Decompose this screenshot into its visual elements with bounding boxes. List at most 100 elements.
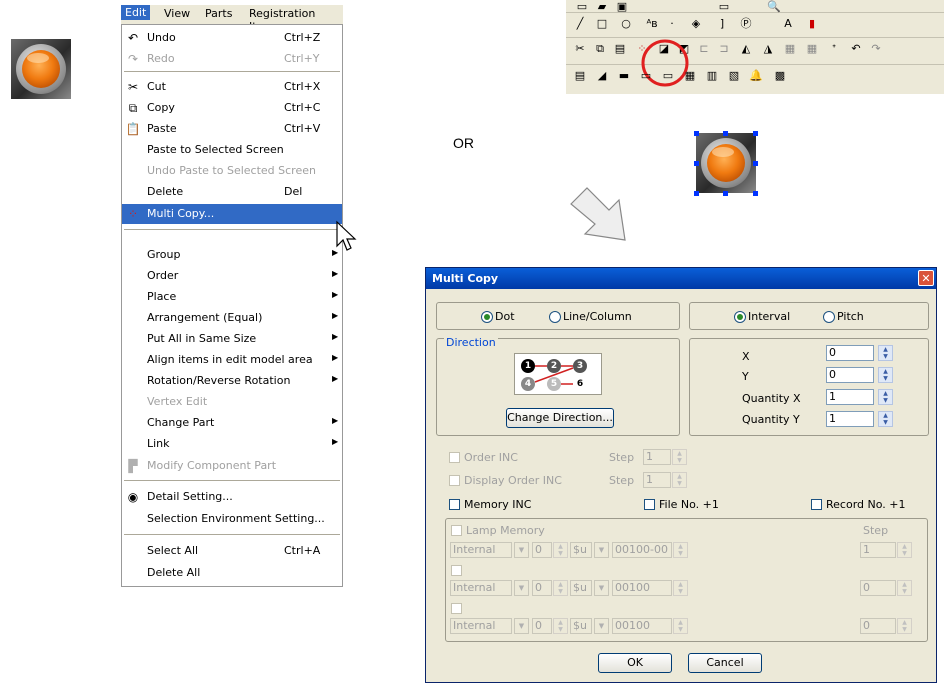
- align-right-icon[interactable]: ⊐: [716, 42, 732, 56]
- selection-handle[interactable]: [753, 161, 758, 166]
- open-icon[interactable]: ▰: [594, 0, 610, 14]
- menu-item-undo-paste[interactable]: Undo Paste to Selected Screen: [122, 161, 342, 181]
- part-icon[interactable]: ◢: [594, 69, 610, 83]
- cut-icon[interactable]: ✂: [572, 42, 588, 56]
- menu-item-redo[interactable]: ↷ Redo Ctrl+Y: [122, 49, 342, 69]
- align-left-icon[interactable]: ⊏: [696, 42, 712, 56]
- close-icon[interactable]: ✕: [918, 270, 934, 286]
- move-front-icon[interactable]: ◭: [738, 42, 754, 56]
- circle-tool-icon[interactable]: ○: [618, 17, 634, 31]
- selection-handle[interactable]: [694, 131, 699, 136]
- selected-lamp-part[interactable]: [696, 133, 756, 193]
- move-back-icon[interactable]: ◮: [760, 42, 776, 56]
- text-tool-icon[interactable]: ᴬʙ: [644, 17, 660, 31]
- memory-unit-select[interactable]: $u: [570, 542, 592, 558]
- menu-item-rotation[interactable]: Rotation/Reverse Rotation ▶: [122, 371, 342, 391]
- menu-item-align-items[interactable]: Align items in edit model area ▶: [122, 350, 342, 370]
- grid-icon[interactable]: ▦: [782, 42, 798, 56]
- change-direction-button[interactable]: Change Direction...: [506, 408, 614, 428]
- screen-icon[interactable]: ▤: [572, 69, 588, 83]
- menu-edit[interactable]: Edit: [121, 5, 151, 20]
- char-display-icon[interactable]: ▭: [660, 69, 676, 83]
- quantity-y-input[interactable]: 1: [826, 411, 874, 427]
- memory-address-spinner[interactable]: ▲ ▼: [673, 618, 688, 634]
- memory-step-spinner[interactable]: ▲ ▼: [897, 580, 912, 596]
- display-order-inc-step-spinner[interactable]: ▲ ▼: [672, 472, 687, 488]
- x-input[interactable]: 0: [826, 345, 874, 361]
- dropdown-arrow-icon[interactable]: ▼: [594, 542, 609, 558]
- lamp-memory-checkbox[interactable]: [451, 525, 462, 536]
- memory-num-input[interactable]: 0: [532, 618, 552, 634]
- quantity-x-spinner[interactable]: ▲ ▼: [878, 389, 893, 405]
- menu-item-paste-to-selected-screen[interactable]: Paste to Selected Screen: [122, 140, 342, 160]
- menu-item-undo[interactable]: ↶ Undo Ctrl+Z: [122, 28, 342, 48]
- x-spinner[interactable]: ▲ ▼: [878, 345, 893, 361]
- selection-handle[interactable]: [723, 191, 728, 196]
- display-order-inc-step-input[interactable]: 1: [643, 472, 671, 488]
- menu-item-modify-component[interactable]: ▛ Modify Component Part: [122, 456, 342, 476]
- y-spinner[interactable]: ▲ ▼: [878, 367, 893, 383]
- selection-handle[interactable]: [753, 191, 758, 196]
- order-inc-step-input[interactable]: 1: [643, 449, 671, 465]
- selection-handle[interactable]: [753, 131, 758, 136]
- message-icon[interactable]: ▩: [772, 69, 788, 83]
- menu-item-vertex-edit[interactable]: Vertex Edit: [122, 392, 342, 412]
- memory-address-spinner[interactable]: ▲ ▼: [673, 542, 688, 558]
- memory-inc-checkbox[interactable]: [449, 499, 460, 510]
- record-no-checkbox[interactable]: [811, 499, 822, 510]
- pattern-tool-icon[interactable]: Ⓟ: [738, 17, 754, 31]
- file-no-checkbox[interactable]: [644, 499, 655, 510]
- memory-step-input[interactable]: 0: [860, 580, 896, 596]
- cancel-button[interactable]: Cancel: [688, 653, 762, 673]
- menu-item-place[interactable]: Place ▶: [122, 287, 342, 307]
- interval-radio[interactable]: [734, 311, 746, 323]
- alarm-icon[interactable]: 🔔: [748, 69, 764, 83]
- y-input[interactable]: 0: [826, 367, 874, 383]
- menu-item-paste[interactable]: 📋 Paste Ctrl+V: [122, 119, 342, 139]
- quantity-y-spinner[interactable]: ▲ ▼: [878, 411, 893, 427]
- undo-icon[interactable]: ↶: [848, 42, 864, 56]
- zoom-icon[interactable]: 🔍: [766, 0, 782, 14]
- rectangle-tool-icon[interactable]: □: [594, 17, 610, 31]
- dropdown-arrow-icon[interactable]: ▼: [514, 542, 529, 558]
- menu-item-put-all-same-size[interactable]: Put All in Same Size ▶: [122, 329, 342, 349]
- menu-item-link[interactable]: Link ▶: [122, 434, 342, 454]
- dropdown-arrow-icon[interactable]: ▼: [514, 580, 529, 596]
- selection-handle[interactable]: [694, 191, 699, 196]
- menu-item-detail-setting[interactable]: ◉ Detail Setting...: [122, 487, 342, 507]
- menu-parts[interactable]: Parts: [205, 7, 232, 20]
- lamp-memory-row3-checkbox[interactable]: [451, 603, 462, 614]
- table-icon[interactable]: ▦: [682, 69, 698, 83]
- menu-item-select-all[interactable]: Select All Ctrl+A: [122, 541, 342, 561]
- memory-step-input[interactable]: 1: [860, 542, 896, 558]
- menu-item-group[interactable]: Group ▶: [122, 245, 342, 265]
- color-tool-icon[interactable]: ▮: [804, 17, 820, 31]
- memory-step-input[interactable]: 0: [860, 618, 896, 634]
- menu-item-cut[interactable]: ✂ Cut Ctrl+X: [122, 77, 342, 97]
- new-icon[interactable]: ▭: [574, 0, 590, 14]
- save-icon[interactable]: ▣: [614, 0, 630, 14]
- menu-item-delete-all[interactable]: Delete All: [122, 563, 342, 583]
- memory-num-input[interactable]: 0: [532, 542, 552, 558]
- redo-icon[interactable]: ↷: [868, 42, 884, 56]
- memory-num-spinner[interactable]: ▲ ▼: [553, 542, 568, 558]
- memory-num-spinner[interactable]: ▲ ▼: [553, 618, 568, 634]
- order-inc-step-spinner[interactable]: ▲ ▼: [672, 449, 687, 465]
- switch-icon[interactable]: ▬: [616, 69, 632, 83]
- menu-item-delete[interactable]: Delete Del: [122, 182, 342, 202]
- bracket-tool-icon[interactable]: ]: [714, 17, 730, 31]
- quantity-x-input[interactable]: 1: [826, 389, 874, 405]
- memory-type-select[interactable]: Internal: [450, 542, 512, 558]
- line-column-radio[interactable]: [549, 311, 561, 323]
- menu-item-copy[interactable]: ⧉ Copy Ctrl+C: [122, 98, 342, 118]
- memory-address-spinner[interactable]: ▲ ▼: [673, 580, 688, 596]
- memory-address-input[interactable]: 00100-00: [612, 542, 672, 558]
- memory-address-input[interactable]: 00100: [612, 618, 672, 634]
- order-inc-checkbox[interactable]: [449, 452, 460, 463]
- memory-type-select[interactable]: Internal: [450, 618, 512, 634]
- dropdown-arrow-icon[interactable]: ▼: [594, 580, 609, 596]
- menu-item-selection-environment[interactable]: Selection Environment Setting...: [122, 509, 342, 529]
- paint-tool-icon[interactable]: ◈: [688, 17, 704, 31]
- copy-icon[interactable]: ⧉: [592, 42, 608, 56]
- lamp-memory-row2-checkbox[interactable]: [451, 565, 462, 576]
